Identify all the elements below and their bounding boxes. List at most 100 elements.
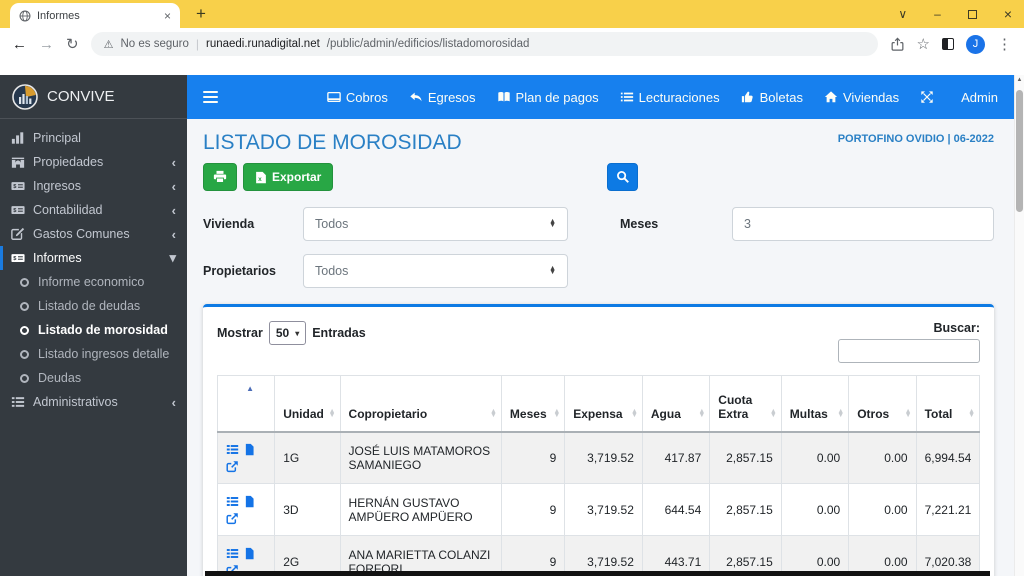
sort-ascending-icon: ▲ [246,384,254,393]
nav-item-egresos[interactable]: Egresos [409,90,476,105]
hamburger-menu-icon[interactable] [203,91,218,103]
detail-list-icon[interactable] [226,547,239,560]
scroll-up-arrow-icon[interactable]: ▲ [1015,77,1024,83]
sidebar-item-contabilidad[interactable]: $ Contabilidad ‹ [0,198,187,222]
sidebar-item-informes[interactable]: $ Informes ▾ [0,246,187,270]
window-menu-icon[interactable]: ∨ [898,7,907,21]
nav-item-viviendas[interactable]: Viviendas [824,90,899,105]
nav-item-plan-de-pagos[interactable]: Plan de pagos [497,90,599,105]
column-header-multas[interactable]: Multas ▲▼ [781,376,848,432]
sidebar-subitem-listado-de-deudas[interactable]: Listado de deudas [0,294,187,318]
sort-icons: ▲▼ [553,410,560,418]
search-icon [616,170,630,184]
sidebar-item-propiedades[interactable]: Propiedades ‹ [0,150,187,174]
share-square-icon[interactable] [226,512,239,525]
page-size-select[interactable]: 50 ▾ [269,321,306,345]
sidebar: CONVIVE Principal Propiedades ‹ [0,75,187,576]
share-icon[interactable] [890,37,905,52]
sidebar-item-label: Gastos Comunes [33,227,164,241]
vivienda-select-value: Todos [315,217,549,231]
sidebar-subitem-label: Listado ingresos detalle [38,347,169,361]
print-button[interactable] [203,163,237,191]
nav-item-cobros[interactable]: Cobros [327,90,388,105]
meses-input[interactable] [732,207,994,241]
circle-icon [20,350,29,359]
book-open-icon [497,90,511,104]
cell-unidad: 2G [275,536,340,576]
scrollbar-thumb[interactable] [1016,90,1023,212]
column-header-copropietario[interactable]: Copropietario ▲▼ [340,376,501,432]
brand[interactable]: CONVIVE [0,75,187,119]
sidebar-subitem-deudas[interactable]: Deudas [0,366,187,390]
nav-item-label: Cobros [346,90,388,105]
column-header-expensa[interactable]: Expensa ▲▼ [565,376,643,432]
search-button[interactable] [607,163,638,191]
address-bar[interactable]: ⚠ No es seguro | runaedi.runadigital.net… [91,32,878,56]
nav-item-admin[interactable]: Admin [961,90,998,105]
sidebar-item-administrativos[interactable]: Administrativos ‹ [0,390,187,414]
window-minimize-icon[interactable]: – [934,7,941,21]
window-restore-icon[interactable] [968,10,977,19]
side-panel-icon[interactable] [942,38,954,50]
reload-icon[interactable]: ↻ [66,35,79,53]
security-warning-icon[interactable]: ⚠ [104,38,114,51]
detail-list-icon[interactable] [226,443,239,456]
vivienda-select[interactable]: Todos ▲▼ [303,207,568,241]
sidebar-subitem-listado-ingresos-detalle[interactable]: Listado ingresos detalle [0,342,187,366]
document-icon[interactable] [243,547,256,560]
circle-icon [20,278,29,287]
sidebar-item-label: Propiedades [33,155,164,169]
column-header-actions[interactable]: ▲ [218,376,275,432]
browser-tab[interactable]: Informes × [10,3,180,28]
back-icon[interactable]: ← [12,36,27,53]
sidebar-subitem-informe-economico[interactable]: Informe economico [0,270,187,294]
cell-meses: 9 [501,536,564,576]
column-header-total[interactable]: Total ▲▼ [916,376,979,432]
column-header-cuota-extra[interactable]: Cuota Extra ▲▼ [710,376,782,432]
table-search-input[interactable] [838,339,980,363]
column-header-meses[interactable]: Meses ▲▼ [501,376,564,432]
detail-list-icon[interactable] [226,495,239,508]
cell-otros: 0.00 [849,432,916,484]
browser-menu-icon[interactable]: ⋮ [997,35,1012,53]
sidebar-item-gastos-comunes[interactable]: Gastos Comunes ‹ [0,222,187,246]
bookmark-star-icon[interactable]: ☆ [917,35,930,53]
forward-icon[interactable]: → [39,36,54,53]
profile-avatar[interactable]: J [966,35,985,54]
window-close-icon[interactable]: × [1004,6,1012,22]
share-square-icon[interactable] [226,460,239,473]
column-header-otros[interactable]: Otros ▲▼ [849,376,916,432]
sidebar-item-principal[interactable]: Principal [0,126,187,150]
cell-unidad: 3D [275,484,340,536]
propietarios-select[interactable]: Todos ▲▼ [303,254,568,288]
column-header-unidad[interactable]: Unidad ▲▼ [275,376,340,432]
reply-icon [409,90,423,104]
table-row: 2G ANA MARIETTA COLANZI FORFORI 9 3,719.… [218,536,980,576]
cell-multas: 0.00 [781,432,848,484]
sort-icons: ▲▼ [698,410,705,418]
circle-icon [20,374,29,383]
propietarios-select-value: Todos [315,264,549,278]
nav-item-lecturaciones[interactable]: Lecturaciones [620,90,720,105]
fullscreen-toggle[interactable] [920,90,934,104]
money-check-icon: $ [11,203,25,217]
money-check-icon: $ [11,179,25,193]
tab-close-icon[interactable]: × [164,9,171,23]
cell-meses: 9 [501,484,564,536]
document-icon[interactable] [243,495,256,508]
export-button[interactable]: x Exportar [243,163,333,191]
sidebar-subitem-label: Listado de morosidad [38,323,168,337]
cell-cuota-extra: 2,857.15 [710,536,782,576]
cell-cuota-extra: 2,857.15 [710,432,782,484]
sidebar-item-ingresos[interactable]: $ Ingresos ‹ [0,174,187,198]
security-label: No es seguro [120,38,188,50]
document-icon[interactable] [243,443,256,456]
cell-otros: 0.00 [849,484,916,536]
sidebar-item-label: Principal [33,131,176,145]
sidebar-subitem-listado-de-morosidad[interactable]: Listado de morosidad [0,318,187,342]
cell-otros: 0.00 [849,536,916,576]
new-tab-button[interactable]: + [196,4,206,24]
page-scrollbar[interactable]: ▲ [1014,75,1024,576]
nav-item-boletas[interactable]: Boletas [741,90,803,105]
column-header-agua[interactable]: Agua ▲▼ [642,376,709,432]
